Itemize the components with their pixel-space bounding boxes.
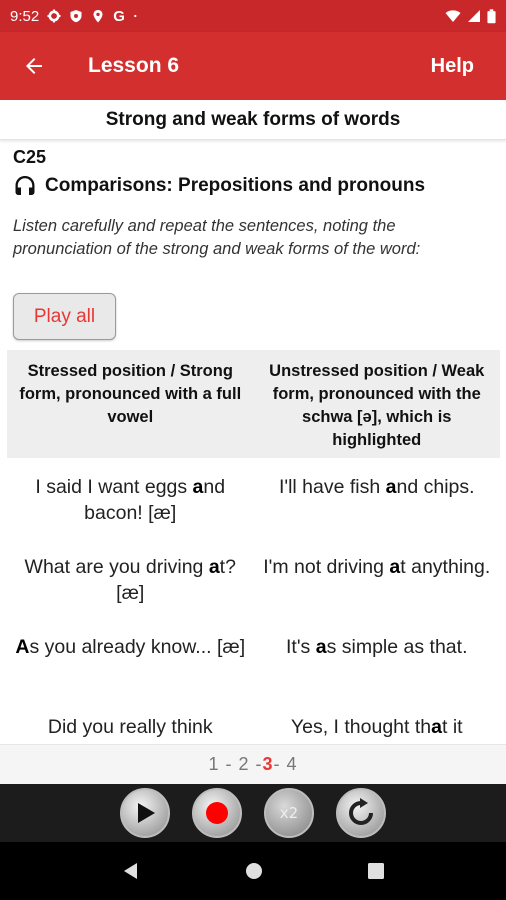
strong-form-sentence[interactable]: Did you really think (7, 710, 254, 744)
status-time: 9:52 (10, 7, 40, 25)
back-button[interactable] (0, 32, 68, 100)
pager-suffix[interactable]: - 4 (274, 754, 298, 775)
exercise-code: C25 (13, 147, 47, 167)
shield-icon (70, 10, 82, 23)
pager-prefix[interactable]: 1 - 2 - (208, 754, 262, 775)
strong-form-sentence[interactable]: I said I want eggs and bacon! [æ] (7, 470, 254, 550)
pager-current: 3 (262, 754, 274, 774)
speed-label: x2 (279, 804, 299, 822)
play-button[interactable] (120, 788, 170, 838)
lesson-subtitle: Strong and weak forms of words (0, 100, 506, 140)
page-title: Lesson 6 (88, 54, 180, 77)
table-header: Stressed position / Strong form, pronoun… (7, 350, 500, 458)
replay-icon (349, 798, 373, 825)
gear-icon (47, 9, 61, 23)
section-title: Comparisons: Prepositions and pronouns (45, 175, 426, 196)
location-icon (93, 10, 103, 23)
google-icon: G (113, 7, 125, 25)
app-bar: Lesson 6 Help (0, 32, 506, 100)
section-heading: Comparisons: Prepositions and pronouns (13, 174, 425, 198)
nav-home-icon[interactable] (244, 861, 264, 881)
headphones-icon (15, 176, 35, 195)
table-row: As you already know... [æ] It's as simpl… (7, 630, 500, 710)
strong-form-sentence[interactable]: What are you driving at? [æ] (7, 550, 254, 630)
weak-form-sentence[interactable]: I'm not driving at anything. (254, 550, 501, 630)
replay-button[interactable] (336, 788, 386, 838)
play-icon (138, 803, 155, 823)
table-row: I said I want eggs and bacon! [æ] I'll h… (7, 470, 500, 550)
record-icon (206, 802, 228, 824)
weak-form-sentence[interactable]: Yes, I thought that it (254, 710, 501, 744)
column-header-weak: Unstressed position / Weak form, pronoun… (269, 362, 485, 449)
play-all-button[interactable]: Play all (13, 293, 116, 340)
table-row: Did you really think Yes, I thought that… (7, 710, 500, 744)
wifi-icon (445, 10, 461, 22)
speed-button[interactable]: x2 (264, 788, 314, 838)
system-nav-bar (0, 842, 506, 900)
strong-form-sentence[interactable]: As you already know... [æ] (7, 630, 254, 710)
table-row: What are you driving at? [æ] I'm not dri… (7, 550, 500, 630)
weak-form-sentence[interactable]: It's as simple as that. (254, 630, 501, 710)
status-bar: 9:52 G (0, 0, 506, 32)
battery-icon (487, 8, 496, 23)
arrow-left-icon (26, 58, 42, 74)
signal-icon (468, 10, 480, 22)
lesson-content[interactable]: C25 Comparisons: Prepositions and pronou… (0, 141, 506, 744)
dot-icon (134, 14, 137, 18)
instructions-text: Listen carefully and repeat the sentence… (13, 217, 421, 258)
nav-recents-icon[interactable] (367, 862, 385, 880)
record-button[interactable] (192, 788, 242, 838)
weak-form-sentence[interactable]: I'll have fish and chips. (254, 470, 501, 550)
column-header-strong: Stressed position / Strong form, pronoun… (19, 362, 242, 426)
nav-back-icon[interactable] (121, 861, 141, 881)
sentence-table: I said I want eggs and bacon! [æ] I'll h… (7, 470, 500, 744)
page-indicator[interactable]: 1 - 2 - 3 - 4 (0, 744, 506, 784)
player-controls: x2 (0, 784, 506, 842)
help-button[interactable]: Help (431, 55, 474, 78)
